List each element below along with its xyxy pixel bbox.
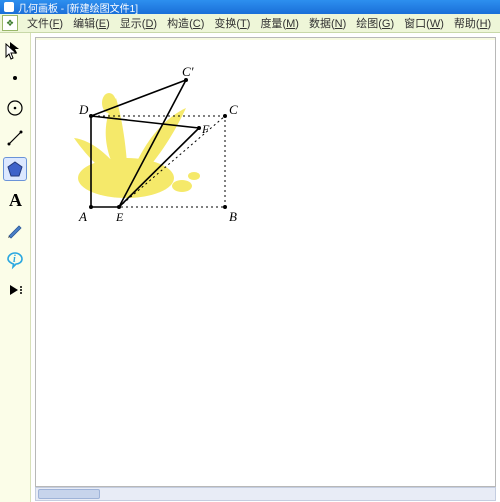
- svg-text:A: A: [9, 191, 22, 209]
- tool-info[interactable]: i: [4, 249, 26, 271]
- app-icon: [4, 2, 14, 12]
- menu-transform[interactable]: 变换(T): [209, 15, 255, 31]
- menu-file[interactable]: 文件(F): [22, 15, 68, 31]
- tool-custom[interactable]: [4, 279, 26, 301]
- menu-measure[interactable]: 度量(M): [255, 15, 304, 31]
- doc-icon[interactable]: ❖: [2, 15, 18, 31]
- tool-line[interactable]: [4, 127, 26, 149]
- tool-circle[interactable]: [4, 97, 26, 119]
- workarea: A i: [0, 33, 500, 502]
- tool-select-arrow[interactable]: [4, 37, 26, 59]
- window-title: 几何画板 - [新建绘图文件1]: [18, 0, 138, 14]
- menu-construct[interactable]: 构造(C): [162, 15, 209, 31]
- menu-display[interactable]: 显示(D): [115, 15, 162, 31]
- tool-pen[interactable]: [4, 219, 26, 241]
- menu-window[interactable]: 窗口(W): [399, 15, 449, 31]
- tool-palette: A i: [0, 33, 31, 502]
- scrollbar-thumb[interactable]: [38, 489, 100, 499]
- canvas-wrap: A B C D E F C': [31, 33, 500, 502]
- menu-edit[interactable]: 编辑(E): [68, 15, 115, 31]
- menu-data[interactable]: 数据(N): [304, 15, 351, 31]
- svg-text:i: i: [13, 254, 16, 265]
- tool-polygon[interactable]: [3, 157, 27, 181]
- window-titlebar: 几何画板 - [新建绘图文件1]: [0, 0, 500, 14]
- menu-help[interactable]: 帮助(H): [449, 15, 496, 31]
- menubar: ❖ 文件(F) 编辑(E) 显示(D) 构造(C) 变换(T) 度量(M) 数据…: [0, 14, 500, 33]
- drawing-canvas[interactable]: A B C D E F C': [35, 37, 496, 487]
- tool-text[interactable]: A: [4, 189, 26, 211]
- menu-graph[interactable]: 绘图(G): [351, 15, 399, 31]
- geometry-layer: [36, 38, 496, 478]
- tool-point[interactable]: [4, 67, 26, 89]
- horizontal-scrollbar[interactable]: [35, 487, 496, 501]
